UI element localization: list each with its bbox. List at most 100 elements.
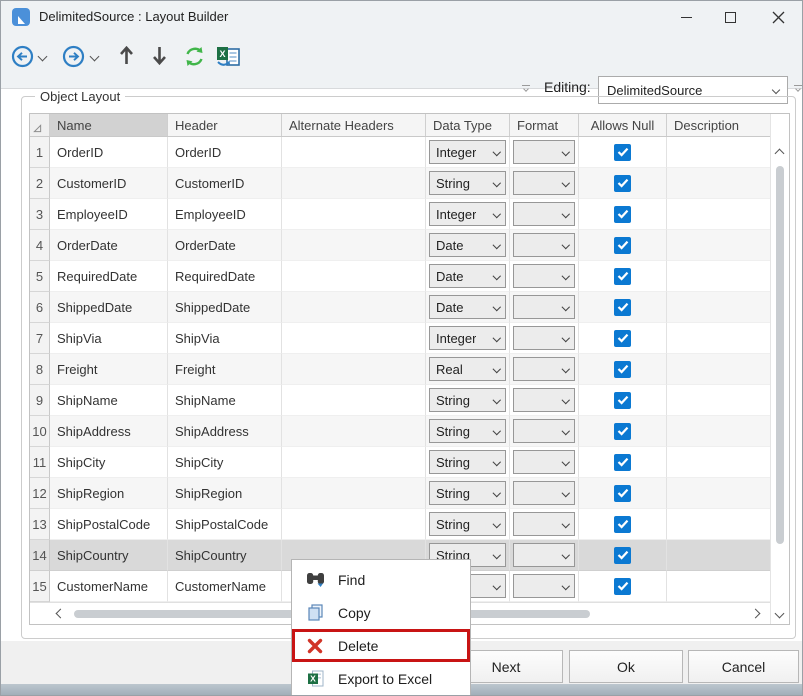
format-dropdown[interactable] [513, 140, 575, 164]
close-button[interactable] [756, 1, 800, 33]
data-type-dropdown[interactable]: Real [429, 357, 506, 381]
row-number-cell[interactable]: 7 [30, 323, 50, 354]
alternate-headers-cell[interactable] [282, 199, 426, 230]
alternate-headers-cell[interactable] [282, 478, 426, 509]
name-cell[interactable]: ShipCountry [50, 540, 168, 571]
menu-item-export-to-excel[interactable]: XExport to Excel [292, 662, 470, 695]
name-cell[interactable]: OrderDate [50, 230, 168, 261]
format-dropdown[interactable] [513, 388, 575, 412]
nav-forward-button[interactable] [62, 45, 85, 68]
data-type-dropdown[interactable]: String [429, 450, 506, 474]
allows-null-checkbox[interactable] [614, 454, 631, 471]
name-cell[interactable]: ShipPostalCode [50, 509, 168, 540]
description-cell[interactable] [667, 385, 770, 416]
scroll-left-icon[interactable] [56, 609, 66, 619]
name-cell[interactable]: OrderID [50, 137, 168, 168]
alternate-headers-cell[interactable] [282, 261, 426, 292]
column-header-alternate-headers[interactable]: Alternate Headers [282, 114, 426, 136]
header-cell[interactable]: EmployeeID [168, 199, 282, 230]
header-cell[interactable]: ShipVia [168, 323, 282, 354]
description-cell[interactable] [667, 261, 770, 292]
format-dropdown[interactable] [513, 512, 575, 536]
name-cell[interactable]: ShipName [50, 385, 168, 416]
cancel-button[interactable]: Cancel [688, 650, 799, 683]
header-cell[interactable]: ShipPostalCode [168, 509, 282, 540]
header-cell[interactable]: OrderDate [168, 230, 282, 261]
header-cell[interactable]: ShipAddress [168, 416, 282, 447]
data-type-dropdown[interactable]: String [429, 419, 506, 443]
row-number-cell[interactable]: 15 [30, 571, 50, 602]
format-dropdown[interactable] [513, 574, 575, 598]
name-cell[interactable]: CustomerID [50, 168, 168, 199]
format-dropdown[interactable] [513, 264, 575, 288]
row-number-cell[interactable]: 10 [30, 416, 50, 447]
alternate-headers-cell[interactable] [282, 168, 426, 199]
allows-null-checkbox[interactable] [614, 175, 631, 192]
alternate-headers-cell[interactable] [282, 509, 426, 540]
refresh-button[interactable] [183, 45, 206, 68]
alternate-headers-cell[interactable] [282, 354, 426, 385]
format-dropdown[interactable] [513, 419, 575, 443]
name-cell[interactable]: CustomerName [50, 571, 168, 602]
format-dropdown[interactable] [513, 450, 575, 474]
move-down-button[interactable] [151, 45, 168, 66]
data-type-dropdown[interactable]: String [429, 388, 506, 412]
maximize-button[interactable] [708, 1, 752, 33]
vertical-scrollbar[interactable] [770, 114, 789, 624]
alternate-headers-cell[interactable] [282, 416, 426, 447]
name-cell[interactable]: EmployeeID [50, 199, 168, 230]
format-dropdown[interactable] [513, 202, 575, 226]
allows-null-checkbox[interactable] [614, 547, 631, 564]
grid-corner-cell[interactable] [30, 114, 50, 136]
export-layout-button[interactable]: X [216, 45, 241, 69]
allows-null-checkbox[interactable] [614, 516, 631, 533]
name-cell[interactable]: ShipVia [50, 323, 168, 354]
data-type-dropdown[interactable]: Date [429, 233, 506, 257]
allows-null-checkbox[interactable] [614, 330, 631, 347]
header-cell[interactable]: CustomerID [168, 168, 282, 199]
header-cell[interactable]: ShipCountry [168, 540, 282, 571]
nav-back-dropdown[interactable] [39, 53, 46, 60]
data-type-dropdown[interactable]: Date [429, 264, 506, 288]
header-cell[interactable]: OrderID [168, 137, 282, 168]
allows-null-checkbox[interactable] [614, 423, 631, 440]
toolbar-overflow-right[interactable] [793, 85, 802, 91]
header-cell[interactable]: ShipRegion [168, 478, 282, 509]
allows-null-checkbox[interactable] [614, 485, 631, 502]
allows-null-checkbox[interactable] [614, 237, 631, 254]
allows-null-checkbox[interactable] [614, 268, 631, 285]
format-dropdown[interactable] [513, 295, 575, 319]
header-cell[interactable]: Freight [168, 354, 282, 385]
description-cell[interactable] [667, 478, 770, 509]
menu-item-delete[interactable]: Delete [292, 629, 470, 662]
description-cell[interactable] [667, 540, 770, 571]
row-number-cell[interactable]: 8 [30, 354, 50, 385]
row-number-cell[interactable]: 12 [30, 478, 50, 509]
alternate-headers-cell[interactable] [282, 292, 426, 323]
minimize-button[interactable] [664, 1, 708, 33]
row-number-cell[interactable]: 5 [30, 261, 50, 292]
menu-item-copy[interactable]: Copy [292, 596, 470, 629]
description-cell[interactable] [667, 323, 770, 354]
allows-null-checkbox[interactable] [614, 392, 631, 409]
row-number-cell[interactable]: 1 [30, 137, 50, 168]
description-cell[interactable] [667, 292, 770, 323]
allows-null-checkbox[interactable] [614, 361, 631, 378]
header-cell[interactable]: RequiredDate [168, 261, 282, 292]
row-number-cell[interactable]: 4 [30, 230, 50, 261]
description-cell[interactable] [667, 199, 770, 230]
ok-button[interactable]: Ok [569, 650, 683, 683]
allows-null-checkbox[interactable] [614, 578, 631, 595]
column-header-description[interactable]: Description [667, 114, 770, 136]
scroll-down-icon[interactable] [775, 609, 785, 619]
allows-null-checkbox[interactable] [614, 206, 631, 223]
format-dropdown[interactable] [513, 233, 575, 257]
data-type-dropdown[interactable]: String [429, 512, 506, 536]
description-cell[interactable] [667, 168, 770, 199]
scroll-up-icon[interactable] [775, 149, 785, 159]
name-cell[interactable]: ShipRegion [50, 478, 168, 509]
column-header-format[interactable]: Format [510, 114, 579, 136]
data-type-dropdown[interactable]: String [429, 171, 506, 195]
alternate-headers-cell[interactable] [282, 323, 426, 354]
description-cell[interactable] [667, 509, 770, 540]
